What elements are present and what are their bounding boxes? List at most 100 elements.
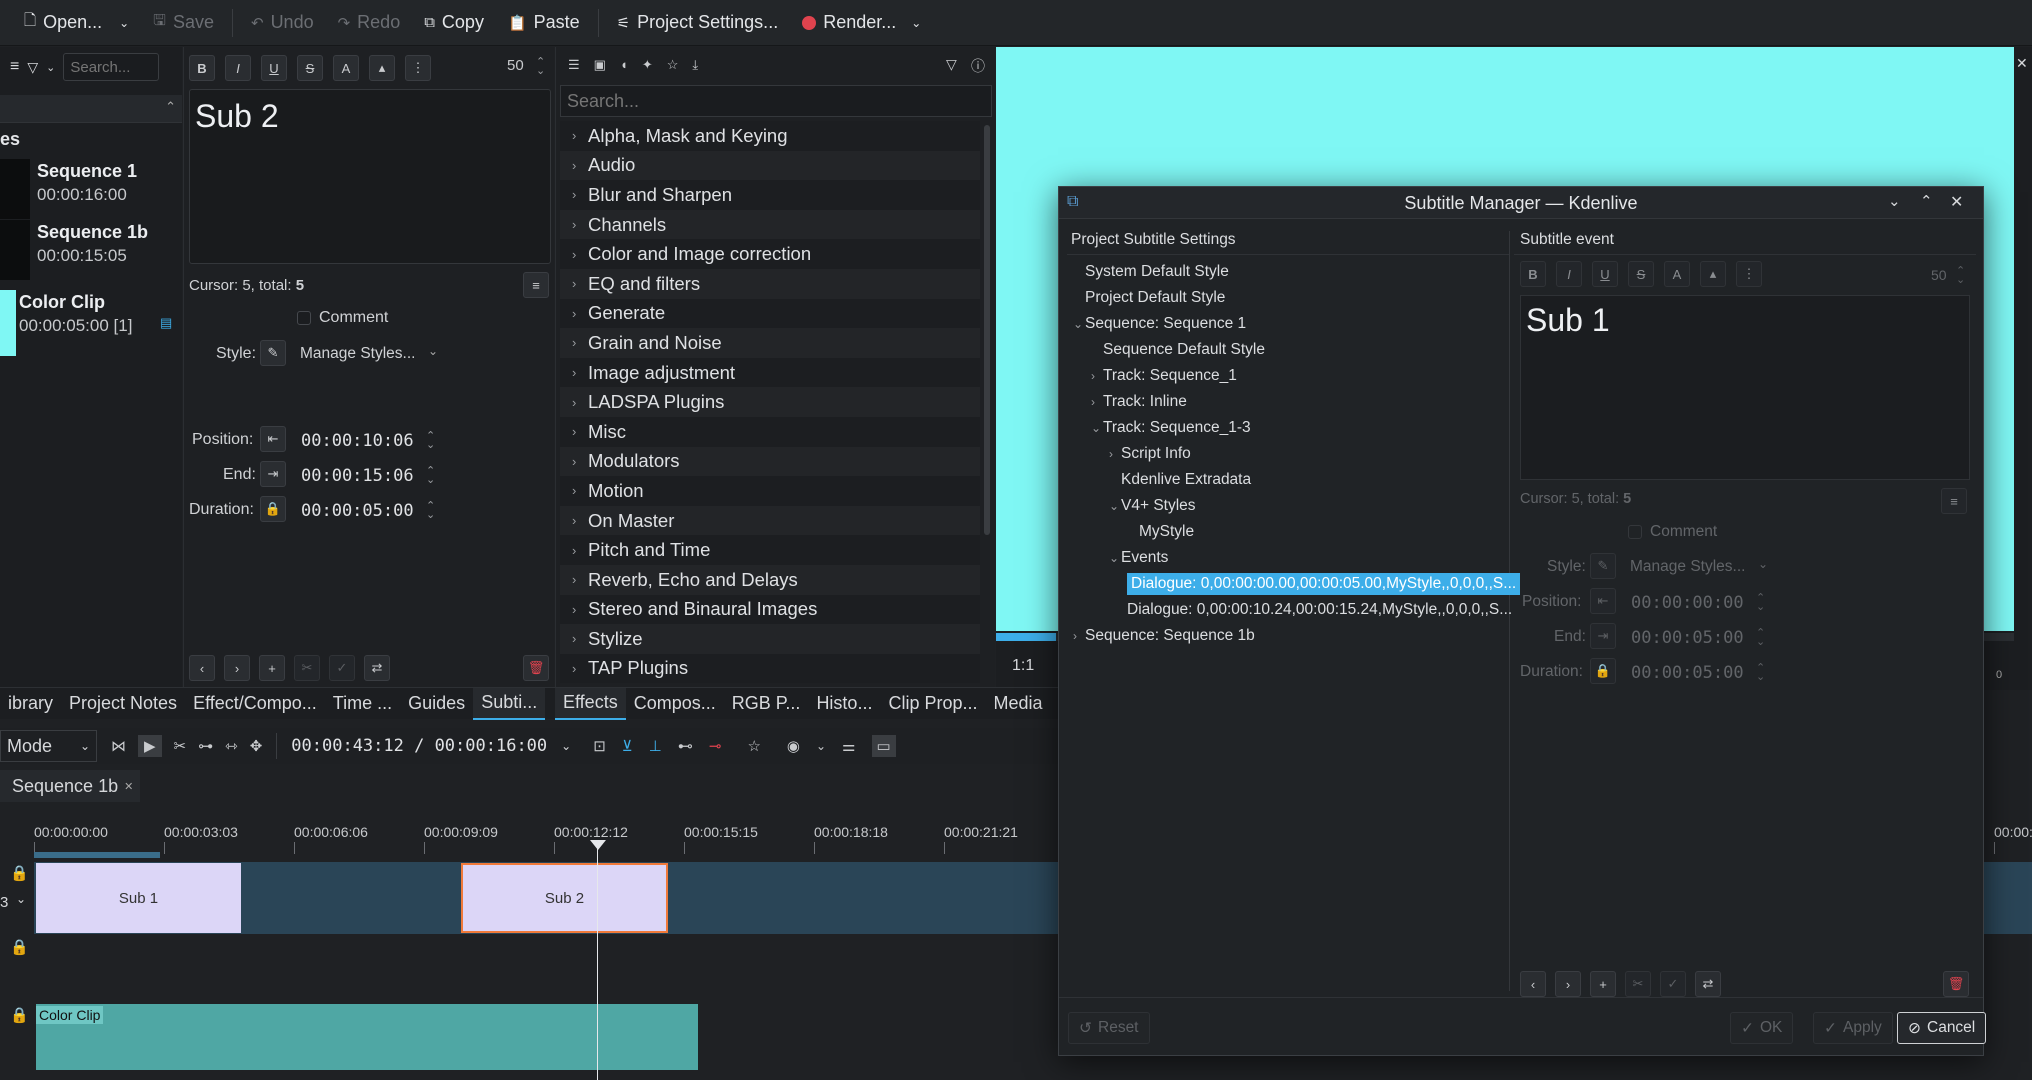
- bin-item[interactable]: Sequence 1b 00:00:15:05: [0, 220, 182, 286]
- subtitle-clip[interactable]: Sub 1: [36, 863, 241, 933]
- slip-tool-icon[interactable]: ✥: [250, 737, 263, 755]
- bin-header[interactable]: ⌃: [0, 95, 182, 123]
- fit-zoom-icon[interactable]: ⊡: [593, 737, 606, 755]
- effect-category[interactable]: › Generate: [560, 298, 980, 329]
- tree-item[interactable]: › Sequence: Sequence 1b: [1067, 623, 1509, 649]
- chevron-right-icon[interactable]: ›: [572, 187, 588, 202]
- previous-icon[interactable]: ‹: [189, 655, 215, 681]
- tree-item[interactable]: Dialogue: 0,00:00:00.00,00:00:05.00,MySt…: [1067, 571, 1521, 597]
- close-icon[interactable]: ✕: [1950, 192, 1963, 212]
- chevron-right-icon[interactable]: ›: [572, 365, 588, 380]
- chevron-right-icon[interactable]: ›: [572, 572, 588, 587]
- add-icon[interactable]: +: [259, 655, 285, 681]
- tree-expand-icon[interactable]: ›: [1073, 629, 1085, 643]
- list-icon[interactable]: ☰: [568, 57, 580, 73]
- subtitle-clip-selected[interactable]: Sub 2: [461, 863, 668, 933]
- mixer-icon[interactable]: ⚌: [842, 737, 855, 755]
- effect-category[interactable]: › Motion: [560, 476, 980, 506]
- cut-icon[interactable]: ✂: [294, 655, 320, 681]
- chevron-right-icon[interactable]: ›: [572, 454, 588, 469]
- previous-icon[interactable]: ‹: [1520, 971, 1546, 997]
- playhead[interactable]: [597, 840, 598, 1080]
- tree-expand-icon[interactable]: ›: [1091, 395, 1103, 409]
- tree-item[interactable]: › Track: Inline: [1067, 389, 1509, 415]
- checkbox-box[interactable]: [297, 311, 311, 325]
- redo-button[interactable]: ↷ Redo: [326, 0, 413, 46]
- set-position-icon[interactable]: ⇤: [1590, 588, 1616, 614]
- render-button[interactable]: Render... ⌄: [790, 0, 933, 46]
- tree-item[interactable]: Kdenlive Extradata: [1067, 467, 1509, 493]
- open-button[interactable]: 🗋 Open... ⌄: [12, 0, 141, 46]
- chevron-right-icon[interactable]: ›: [572, 661, 588, 676]
- tree-item[interactable]: Sequence Default Style: [1067, 337, 1509, 363]
- position-field[interactable]: 00:00:10:06: [301, 431, 414, 451]
- record-target-icon[interactable]: ◉: [787, 737, 800, 755]
- event-duration-spinner[interactable]: ⌃ ⌄: [1756, 663, 1765, 683]
- tree-item[interactable]: Project Default Style: [1067, 285, 1509, 311]
- next-icon[interactable]: ›: [224, 655, 250, 681]
- effect-category[interactable]: › Channels: [560, 209, 980, 240]
- set-position-icon[interactable]: ⇤: [260, 426, 286, 452]
- duration-spinner[interactable]: ⌃ ⌄: [426, 501, 435, 521]
- filter-icon[interactable]: ▽: [946, 56, 957, 73]
- apply-button[interactable]: ✓ Apply: [1813, 1012, 1893, 1044]
- chevron-right-icon[interactable]: ›: [572, 513, 588, 528]
- event-comment-checkbox[interactable]: Comment: [1628, 523, 1717, 541]
- sequence-tab[interactable]: Sequence 1b ✕: [0, 770, 140, 802]
- timeline-timecode[interactable]: 00:00:43:12 / 00:00:16:00: [291, 736, 547, 756]
- font-icon[interactable]: A: [1664, 261, 1690, 287]
- tree-item[interactable]: MyStyle: [1067, 519, 1509, 545]
- info-icon[interactable]: ⓘ: [971, 56, 985, 76]
- lift-icon[interactable]: ⊷: [678, 737, 693, 755]
- select-tool-icon[interactable]: ▶: [138, 735, 162, 757]
- tree-expand-icon[interactable]: ⌄: [1073, 317, 1085, 331]
- swap-icon[interactable]: ⇄: [1695, 971, 1721, 997]
- edit-style-icon[interactable]: ✎: [260, 340, 286, 366]
- razor-tool-icon[interactable]: ✂: [174, 737, 187, 755]
- font-icon[interactable]: A: [333, 55, 359, 81]
- list-menu-icon[interactable]: ≡: [523, 272, 549, 298]
- tree-item[interactable]: › Track: Sequence_1: [1067, 363, 1509, 389]
- effect-category[interactable]: › Pitch and Time: [560, 535, 980, 565]
- subtitle-text-area[interactable]: Sub 2: [189, 89, 551, 264]
- minimize-icon[interactable]: ⌄: [1888, 192, 1901, 210]
- dialog-titlebar[interactable]: ⧉ Subtitle Manager — Kdenlive ⌄ ⌃ ✕: [1059, 187, 1983, 219]
- chevron-right-icon[interactable]: ›: [572, 483, 588, 498]
- bold-icon[interactable]: B: [1520, 261, 1546, 287]
- more-icon[interactable]: ⋮: [1736, 261, 1762, 287]
- ok-button[interactable]: ✓ OK: [1730, 1012, 1794, 1044]
- effect-category[interactable]: › Reverb, Echo and Delays: [560, 564, 980, 595]
- effect-category[interactable]: › TAP Plugins: [560, 653, 980, 684]
- tree-expand-icon[interactable]: ›: [1091, 369, 1103, 383]
- chevron-right-icon[interactable]: ›: [572, 128, 588, 143]
- lock-icon[interactable]: 🔒: [1590, 658, 1616, 684]
- underline-icon[interactable]: U: [261, 55, 287, 81]
- extract-icon[interactable]: ⊸: [709, 737, 722, 755]
- zone-bar[interactable]: [34, 852, 160, 858]
- tree-item[interactable]: ⌄ Track: Sequence_1-3: [1067, 415, 1509, 441]
- insert-icon[interactable]: ⊻: [622, 737, 633, 755]
- underline-icon[interactable]: U: [1592, 261, 1618, 287]
- event-position-spinner[interactable]: ⌃ ⌄: [1756, 593, 1765, 613]
- strikethrough-icon[interactable]: S: [1628, 261, 1654, 287]
- font-size-field[interactable]: 50: [507, 57, 524, 74]
- chevron-right-icon[interactable]: ›: [572, 602, 588, 617]
- edit-style-icon[interactable]: ✎: [1590, 553, 1616, 579]
- download-icon[interactable]: ⤓: [692, 57, 698, 73]
- lock-icon[interactable]: 🔒: [260, 496, 286, 522]
- panel-tab[interactable]: ibrary: [0, 688, 61, 720]
- chevron-right-icon[interactable]: ›: [572, 276, 588, 291]
- lock-icon[interactable]: 🔒: [10, 938, 29, 956]
- mode-dropdown[interactable]: Mode ⌄: [0, 730, 97, 762]
- chevron-right-icon[interactable]: ›: [572, 247, 588, 262]
- more-icon[interactable]: ⋮: [405, 55, 431, 81]
- chevron-right-icon[interactable]: ›: [572, 395, 588, 410]
- effect-category[interactable]: › Blur and Sharpen: [560, 180, 980, 210]
- bin-search-input[interactable]: [63, 53, 160, 81]
- save-button[interactable]: 🖫 Save: [141, 0, 226, 46]
- project-settings-button[interactable]: ⚟ Project Settings...: [605, 0, 791, 46]
- effect-category[interactable]: › Grain and Noise: [560, 328, 980, 358]
- chevron-down-icon[interactable]: ⌄: [911, 16, 921, 30]
- color-icon[interactable]: ▴: [1700, 261, 1726, 287]
- panel-tab[interactable]: Compos...: [626, 688, 724, 720]
